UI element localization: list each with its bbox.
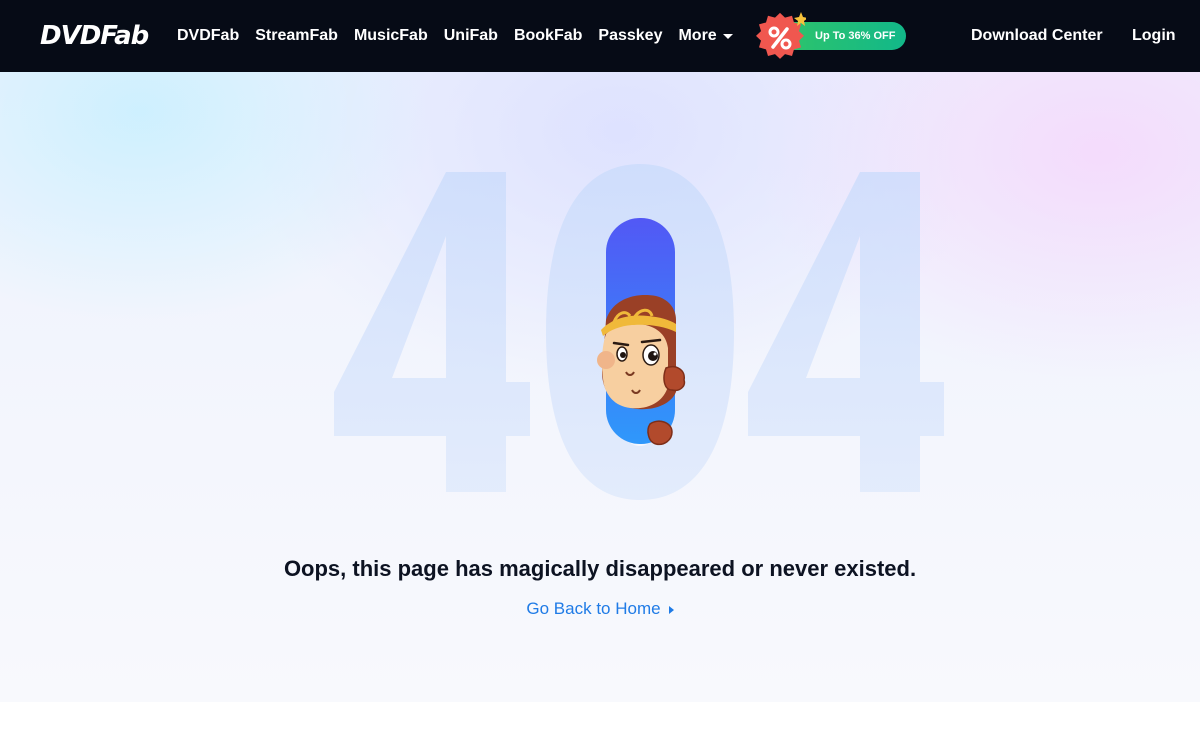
- nav-item-more-label: More: [678, 27, 717, 44]
- go-back-home-link[interactable]: Go Back to Home: [0, 599, 1200, 619]
- nav-item-unifab[interactable]: UniFab: [444, 27, 498, 45]
- nav-item-passkey[interactable]: Passkey: [598, 27, 662, 45]
- dvdfab-logo[interactable]: DVDFab: [40, 18, 149, 54]
- page-bottom-strip: [0, 702, 1200, 750]
- chevron-down-icon: [722, 33, 733, 39]
- promo-text: Up To 36% OFF: [815, 30, 896, 42]
- login-link[interactable]: Login: [1132, 0, 1176, 72]
- nav-item-more[interactable]: More: [678, 27, 733, 45]
- error-message: Oops, this page has magically disappeare…: [283, 556, 917, 581]
- nav-item-streamfab[interactable]: StreamFab: [255, 27, 338, 45]
- error-hero: Oops, this page has magically disappeare…: [0, 72, 1200, 702]
- nav-item-bookfab[interactable]: BookFab: [514, 27, 582, 45]
- digit-four-right: [748, 172, 944, 492]
- download-center-link[interactable]: Download Center: [971, 0, 1103, 72]
- main-nav: DVDFab StreamFab MusicFab UniFab BookFab…: [177, 0, 749, 72]
- nav-item-dvdfab[interactable]: DVDFab: [177, 27, 239, 45]
- digit-four-left: [334, 172, 530, 492]
- nav-item-musicfab[interactable]: MusicFab: [354, 27, 428, 45]
- top-navigation-bar: DVDFab DVDFab StreamFab MusicFab UniFab …: [0, 0, 1200, 72]
- promo-banner[interactable]: Up To 36% OFF: [754, 12, 906, 60]
- percent-badge-icon: [756, 12, 806, 59]
- logo-text: DVDFab: [40, 21, 149, 51]
- chevron-right-icon: [668, 605, 674, 614]
- go-back-home-label: Go Back to Home: [526, 599, 661, 618]
